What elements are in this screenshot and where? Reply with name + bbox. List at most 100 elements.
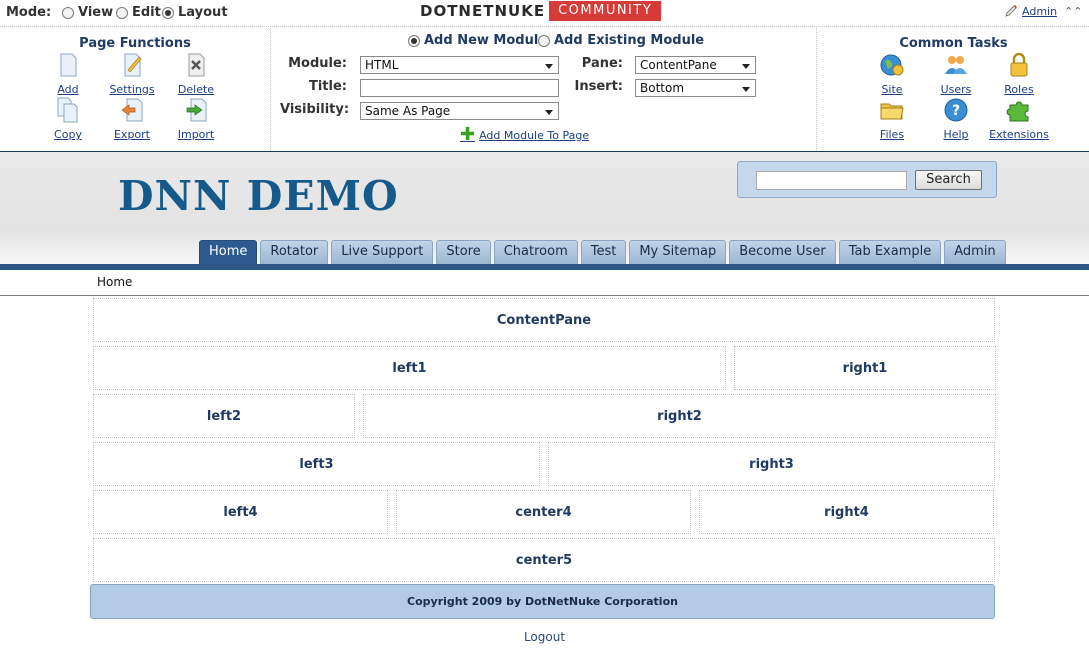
left4-pane: left4 — [93, 490, 388, 534]
page-import-icon — [186, 98, 207, 122]
logout-link[interactable]: Logout — [0, 630, 1089, 644]
mode-edit-label: Edit — [132, 5, 161, 20]
extensions-label: Extensions — [989, 128, 1049, 141]
menu-tab-chatroom[interactable]: Chatroom — [493, 240, 578, 264]
page-delete-icon — [188, 53, 205, 77]
menu-tab-my-sitemap[interactable]: My Sitemap — [629, 240, 727, 264]
page-export-icon — [121, 98, 143, 122]
users-button[interactable]: Users — [921, 52, 991, 96]
center5-pane: center5 — [93, 538, 995, 582]
roles-label: Roles — [1004, 83, 1034, 96]
content-pane: ContentPane — [93, 298, 995, 342]
mode-layout-radio[interactable]: Layout — [162, 5, 228, 20]
page-add-icon — [60, 53, 77, 77]
radio-selected-icon — [408, 34, 420, 47]
page-import-label: Import — [177, 128, 215, 141]
roles-icon — [1010, 52, 1028, 77]
common-tasks-section: Common Tasks Site Users Roles Files ? He… — [818, 28, 1089, 151]
page-copy-icon — [57, 97, 78, 123]
page-export-button[interactable]: Export — [97, 97, 167, 141]
pane-select[interactable]: ContentPane — [635, 56, 756, 74]
title-input[interactable] — [360, 79, 559, 97]
insert-label: Insert: — [574, 79, 623, 94]
users-icon — [945, 56, 967, 74]
site-icon — [880, 54, 904, 76]
files-button[interactable]: Files — [857, 97, 927, 141]
page-settings-label: Settings — [109, 83, 155, 96]
mode-layout-label: Layout — [178, 5, 228, 20]
mode-label: Mode: — [6, 5, 52, 20]
menu-tab-tab-example[interactable]: Tab Example — [838, 240, 942, 264]
add-module-to-page-link[interactable]: ✚ Add Module To Page — [460, 124, 590, 145]
radio-icon — [116, 6, 128, 19]
control-panel: Mode: View Edit Layout DOTNETNUKE COMMUN… — [0, 0, 1089, 152]
left3-pane: left3 — [93, 442, 540, 486]
module-select[interactable]: HTML — [360, 56, 559, 74]
title-label: Title: — [308, 79, 347, 94]
help-button[interactable]: ? Help — [921, 97, 991, 141]
page-delete-label: Delete — [177, 83, 215, 96]
right1-pane: right1 — [734, 346, 996, 390]
svg-text:?: ? — [952, 103, 960, 119]
breadcrumb-row: Home — [0, 270, 1089, 296]
right4-pane: right4 — [699, 490, 994, 534]
page-delete-button[interactable]: Delete — [161, 52, 231, 96]
add-existing-module-label: Add Existing Module — [554, 33, 705, 48]
files-label: Files — [879, 128, 905, 141]
add-existing-module-radio[interactable]: Add Existing Module — [538, 33, 704, 48]
add-module-section: Add New Module Add Existing Module Modul… — [272, 28, 817, 151]
menu-tab-become-user[interactable]: Become User — [729, 240, 836, 264]
search-input[interactable] — [756, 171, 907, 190]
admin-link[interactable]: Admin — [1004, 4, 1057, 18]
breadcrumb[interactable]: Home — [97, 275, 132, 289]
mode-bar: Mode: View Edit Layout DOTNETNUKE COMMUN… — [0, 0, 1089, 27]
mode-edit-radio[interactable]: Edit — [116, 5, 161, 20]
menu-tab-home[interactable]: Home — [199, 240, 258, 264]
pencil-icon — [1005, 5, 1017, 17]
mode-view-radio[interactable]: View — [62, 5, 113, 20]
page-add-label: Add — [57, 83, 79, 96]
menu-tab-live-support[interactable]: Live Support — [331, 240, 434, 264]
roles-button[interactable]: Roles — [984, 52, 1054, 96]
visibility-select[interactable]: Same As Page — [360, 102, 559, 120]
page-copy-button[interactable]: Copy — [33, 97, 103, 141]
main-menu: Home Rotator Live Support Store Chatroom… — [199, 240, 1009, 264]
files-icon — [880, 103, 904, 120]
radio-icon — [62, 6, 74, 19]
collapse-panel-icon[interactable]: ⌃⌃ — [1064, 5, 1082, 18]
page-functions-title: Page Functions — [79, 36, 191, 51]
common-tasks-title: Common Tasks — [899, 36, 1008, 51]
site-title: DNN DEMO — [118, 172, 399, 220]
search-box: Search — [737, 161, 997, 198]
plus-icon: ✚ — [460, 124, 476, 145]
menu-tab-store[interactable]: Store — [436, 240, 491, 264]
admin-link-label: Admin — [1022, 4, 1058, 18]
menu-tab-test[interactable]: Test — [580, 240, 627, 264]
menu-tab-admin[interactable]: Admin — [944, 240, 1006, 264]
copyright-footer: Copyright 2009 by DotNetNuke Corporation — [90, 584, 995, 619]
module-label: Module: — [288, 56, 347, 71]
mode-view-label: View — [78, 5, 114, 20]
radio-selected-icon — [162, 6, 174, 19]
dotnetnuke-logo: DOTNETNUKE COMMUNITY — [420, 1, 662, 21]
left2-pane: left2 — [93, 394, 355, 438]
logo-text: DOTNETNUKE — [420, 2, 546, 20]
page-functions-section: Page Functions Add Settings Delete Copy … — [0, 28, 271, 151]
extensions-button[interactable]: Extensions — [984, 97, 1054, 141]
site-label: Site — [881, 83, 903, 96]
insert-select[interactable]: Bottom — [635, 79, 756, 97]
page-add-button[interactable]: Add — [33, 52, 103, 96]
page-import-button[interactable]: Import — [161, 97, 231, 141]
page-copy-label: Copy — [54, 128, 82, 141]
page-settings-icon — [124, 53, 142, 77]
add-module-to-page-label: Add Module To Page — [479, 128, 590, 142]
menu-tab-rotator[interactable]: Rotator — [260, 240, 329, 264]
logo-badge: COMMUNITY — [549, 1, 662, 21]
add-new-module-radio[interactable]: Add New Module — [408, 33, 547, 48]
page-settings-button[interactable]: Settings — [97, 52, 167, 96]
right3-pane: right3 — [548, 442, 995, 486]
right2-pane: right2 — [363, 394, 996, 438]
search-button[interactable]: Search — [915, 170, 982, 190]
pane-label: Pane: — [581, 56, 623, 71]
site-button[interactable]: Site — [857, 52, 927, 96]
